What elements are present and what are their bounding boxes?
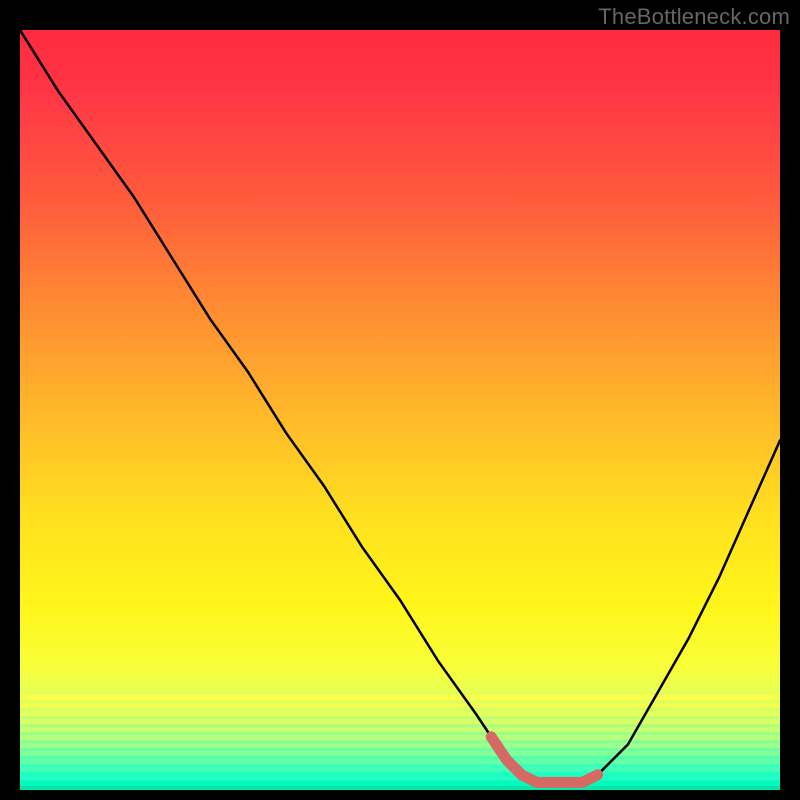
chart-container: TheBottleneck.com — [0, 0, 800, 800]
curve-svg — [20, 30, 780, 790]
bottleneck-curve — [20, 30, 780, 782]
watermark-text: TheBottleneck.com — [598, 4, 790, 30]
plot-area — [20, 30, 780, 790]
optimal-range-highlight — [491, 737, 597, 783]
